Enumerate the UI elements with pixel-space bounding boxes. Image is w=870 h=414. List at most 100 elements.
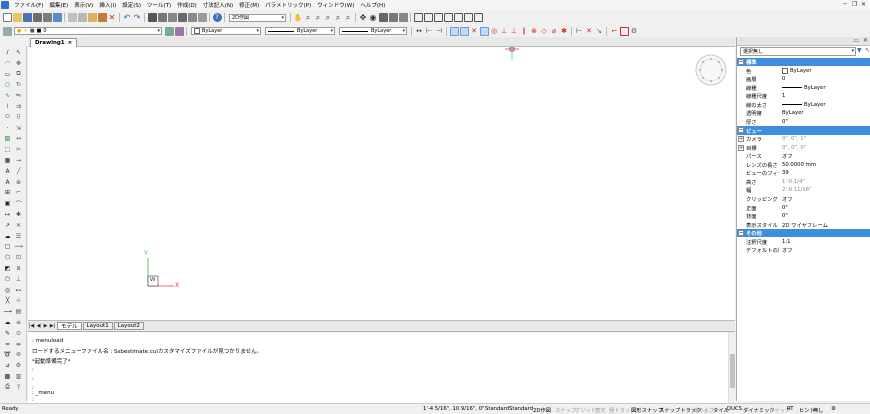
layer-states-icon[interactable]	[2, 26, 12, 36]
osnap-quadrant-icon[interactable]: ◎	[490, 27, 499, 36]
property-value[interactable]: 1:1	[779, 239, 870, 245]
property-value[interactable]: 0"	[779, 119, 870, 125]
osnap-endpoint-icon[interactable]	[449, 26, 459, 36]
property-row[interactable]: + 目標 0", 0", 0"	[737, 144, 870, 152]
property-value[interactable]: 39	[779, 170, 870, 176]
properties-icon[interactable]	[167, 13, 177, 22]
erase-icon[interactable]: ✕	[108, 13, 117, 22]
property-value[interactable]: 0"	[779, 213, 870, 219]
snap-midpoint-icon[interactable]: ⊢	[425, 27, 434, 36]
publish-icon[interactable]	[52, 13, 62, 22]
osnap-clear-icon[interactable]: ✕	[585, 27, 594, 36]
property-row[interactable]: パース オフ	[737, 152, 870, 160]
new-icon[interactable]	[2, 13, 12, 22]
leader-icon[interactable]: ↗	[3, 221, 12, 230]
xline-icon[interactable]: ╳	[3, 296, 12, 305]
property-row[interactable]: ビューのフィールド39	[737, 169, 870, 177]
help-icon[interactable]: ?	[14, 383, 23, 392]
table-icon[interactable]: ▦	[3, 156, 12, 165]
grip-icon[interactable]: ⋮	[739, 38, 744, 44]
status-toggle[interactable]: グリッド	[575, 406, 596, 414]
app-icon[interactable]	[1, 1, 9, 9]
region-icon[interactable]: ⬚	[3, 145, 12, 154]
chamfer-icon[interactable]: ⌐	[14, 188, 23, 197]
named-views-icon[interactable]	[388, 13, 398, 22]
menu-settings[interactable]: 設定(S)	[119, 1, 144, 9]
property-value[interactable]: 0"	[779, 205, 870, 211]
osnap-perpendicular-icon[interactable]: ⊥	[510, 27, 519, 36]
select-arrow-icon[interactable]: ↖	[14, 48, 23, 57]
undo-icon[interactable]: ↶	[123, 13, 132, 22]
viewcube-compass-icon[interactable]	[695, 54, 727, 86]
layer-previous-icon[interactable]	[174, 26, 184, 36]
osnap-center-icon[interactable]	[479, 26, 489, 36]
close-icon[interactable]: ✕	[863, 37, 868, 44]
spline-icon[interactable]: ∿	[3, 91, 12, 100]
expand-icon[interactable]: +	[738, 135, 744, 142]
property-value[interactable]: ByLayer	[779, 67, 870, 74]
polygon-icon[interactable]: ⬠	[3, 275, 12, 284]
menu-dimension[interactable]: 寸法記入(N)	[200, 1, 236, 9]
osnap-options-icon[interactable]: ⚙	[630, 27, 639, 36]
polyline-icon[interactable]: ⌇	[3, 102, 12, 111]
extend-icon[interactable]: →	[14, 156, 23, 165]
open-icon[interactable]	[12, 13, 22, 22]
gradient-icon[interactable]: ◩	[3, 264, 12, 273]
view-top-icon[interactable]	[413, 13, 423, 22]
wipeout-icon[interactable]: ▢	[3, 242, 12, 251]
cut-icon[interactable]	[67, 13, 77, 22]
command-scrollbar[interactable]	[728, 332, 735, 404]
command-window[interactable]: : menuload ロードするメニューファイル名 : Ssbestimate.…	[28, 331, 735, 404]
cloud-icon[interactable]: ☁	[3, 318, 12, 327]
status-toggle[interactable]: 線の太さ	[693, 406, 714, 414]
area-icon[interactable]: ▤	[14, 307, 23, 316]
quick-select-icon[interactable]: ▼	[857, 47, 862, 54]
menu-tools[interactable]: ツール(T)	[144, 1, 174, 9]
divide-icon[interactable]: ⊹	[14, 296, 23, 305]
dimension-icon[interactable]: ↦	[3, 210, 12, 219]
property-value[interactable]: オフ	[779, 246, 870, 254]
osnap-box-icon[interactable]	[619, 26, 629, 36]
property-category[interactable]: − その他	[737, 229, 870, 238]
prev-tab-icon[interactable]: ◀	[35, 322, 42, 330]
render-icon[interactable]	[378, 13, 388, 22]
helix-icon[interactable]: ➰	[3, 350, 12, 359]
match-icon[interactable]: ⟿	[14, 242, 23, 251]
break-icon[interactable]: ╱	[14, 167, 23, 176]
property-value[interactable]: 1	[779, 93, 870, 99]
property-row[interactable]: 表示スタイル 2D ワイヤフレーム	[737, 220, 870, 229]
copy-icon[interactable]	[77, 13, 87, 22]
collapse-icon[interactable]: −	[738, 127, 744, 134]
properties-title-bar[interactable]: ⋮ ✕ ▭	[737, 37, 870, 46]
color-combo[interactable]: ByLayer ▾	[191, 27, 261, 35]
property-value[interactable]: ByLayer	[779, 110, 870, 116]
group-icon[interactable]: ⊡	[14, 253, 23, 262]
menu-file[interactable]: ファイル(F)	[11, 1, 46, 9]
arc-icon[interactable]: ◠	[3, 59, 12, 68]
view-front-icon[interactable]	[423, 13, 433, 22]
measure-icon[interactable]: ⊷	[14, 286, 23, 295]
settings-icon[interactable]: ⚙	[14, 361, 23, 370]
pdf-icon[interactable]: ▥	[14, 372, 23, 381]
point-icon[interactable]: ·	[3, 124, 12, 133]
property-value[interactable]: 50.0000 mm	[779, 162, 870, 168]
property-row[interactable]: 幅 2'-0 11/16"	[737, 186, 870, 194]
menu-help[interactable]: ヘルプ(H)	[357, 1, 388, 9]
calculator-icon[interactable]	[197, 13, 207, 22]
property-row[interactable]: 画層 0	[737, 75, 870, 83]
osnap-apparent-icon[interactable]: ✱	[560, 27, 569, 36]
orbit-icon[interactable]: ◉	[369, 13, 378, 22]
property-value[interactable]: 2D ワイヤフレーム	[779, 221, 870, 229]
status-toggle[interactable]: Standard	[485, 406, 509, 412]
pin-icon[interactable]: ▭	[853, 37, 859, 44]
property-value[interactable]: オフ	[779, 152, 870, 160]
menu-parametric[interactable]: パラメトリック(P)	[262, 1, 314, 9]
osnap-insertion-icon[interactable]: ◇	[540, 27, 549, 36]
image-icon[interactable]: ▩	[3, 372, 12, 381]
property-value[interactable]: ByLayer	[779, 102, 870, 108]
redo-icon[interactable]: ↷	[133, 13, 142, 22]
status-toggle[interactable]: 無し	[813, 406, 824, 414]
property-row[interactable]: 高さ 1'-0 1/4"	[737, 178, 870, 186]
property-row[interactable]: 線種尺度 1	[737, 92, 870, 100]
hatch-icon[interactable]: ▨	[3, 134, 12, 143]
